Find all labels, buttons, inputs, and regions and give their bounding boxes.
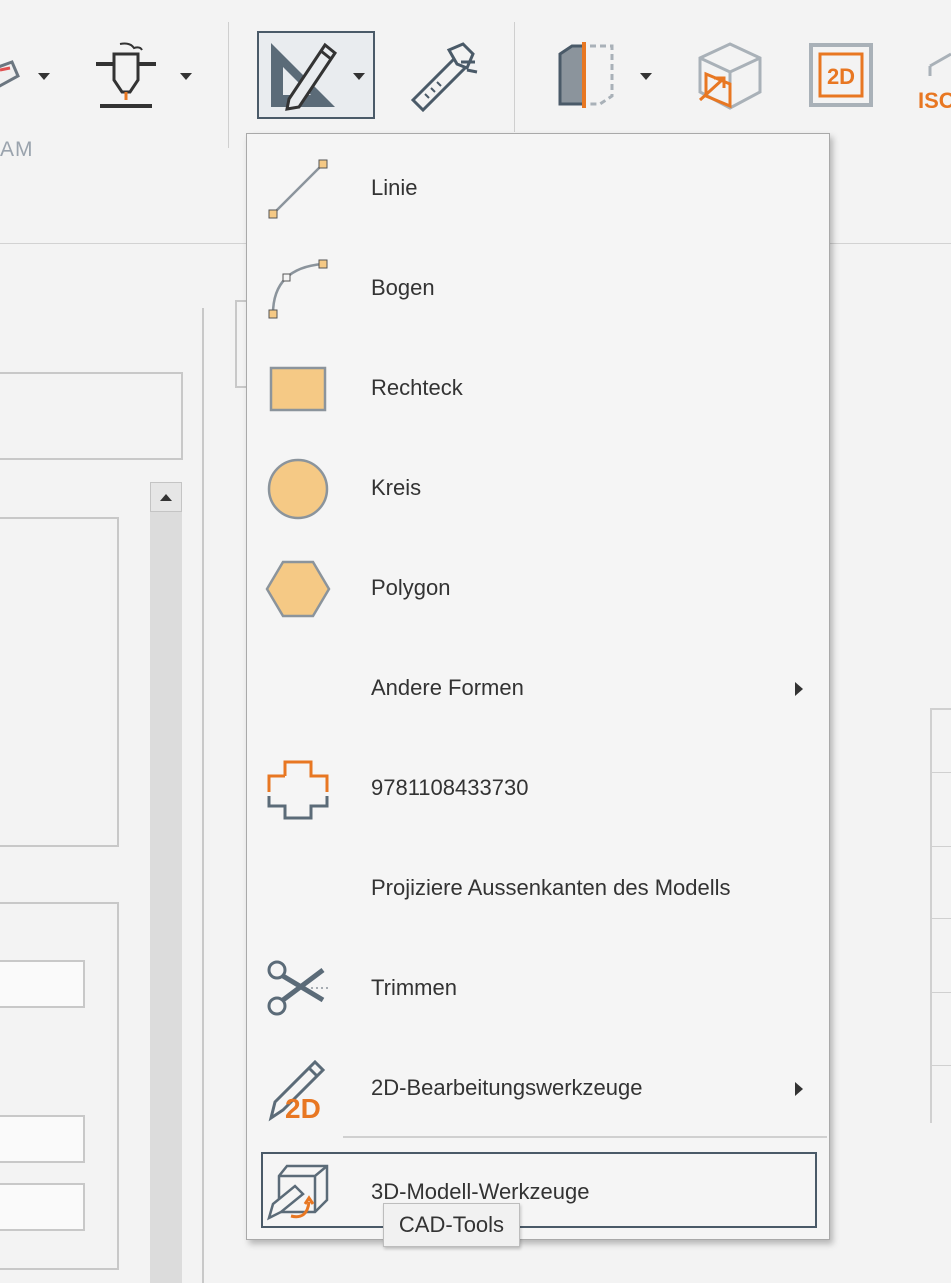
svg-text:2D: 2D: [827, 64, 855, 89]
section-view-icon: [558, 42, 614, 108]
menu-label: Rechteck: [371, 375, 463, 400]
menu-label: 9781108433730: [371, 775, 529, 800]
property-field-2[interactable]: [0, 1115, 85, 1163]
sketch-dropdown-arrow[interactable]: [353, 73, 365, 80]
cross-profile-icon: [265, 756, 331, 822]
cam-dropdown-arrow[interactable]: [38, 73, 50, 80]
cube-export-icon: [698, 42, 762, 110]
group-label-cam: AM: [0, 138, 34, 161]
svg-text:ISO: ISO: [918, 88, 951, 112]
iso-view-button[interactable]: ISO: [916, 42, 951, 112]
arc-icon: [265, 256, 331, 322]
tooltip: CAD-Tools: [383, 1203, 520, 1247]
submenu-arrow-icon: [795, 682, 803, 696]
menu-item-2d-edit-tools[interactable]: 2D 2D-Bearbeitungswerkzeuge: [247, 1038, 829, 1138]
pencil-2d-icon: 2D: [265, 1056, 331, 1122]
right-table: [930, 708, 951, 1123]
menu-label: Andere Formen: [371, 675, 524, 700]
plasma-torch-button[interactable]: [90, 40, 162, 112]
property-field-3[interactable]: [0, 1183, 85, 1231]
cube-export-button[interactable]: [692, 40, 768, 112]
ribbon-separator: [514, 22, 515, 132]
menu-item-arc[interactable]: Bogen: [247, 238, 829, 338]
menu-label: Trimmen: [371, 975, 457, 1000]
panel-divider: [202, 308, 204, 1283]
arrow-up-icon: [160, 494, 172, 501]
menu-separator: [343, 1136, 827, 1138]
menu-label: Bogen: [371, 275, 435, 300]
circle-icon: [265, 456, 331, 522]
table-row-line: [932, 846, 951, 847]
cam-shape-icon: [0, 60, 20, 88]
2d-view-button[interactable]: 2D: [808, 42, 874, 108]
plasma-torch-icon: [96, 42, 156, 108]
menu-item-trim[interactable]: Trimmen: [247, 938, 829, 1038]
menu-item-circle[interactable]: Kreis: [247, 438, 829, 538]
scissors-icon: [265, 956, 331, 1022]
table-row-line: [932, 992, 951, 993]
menu-item-rectangle[interactable]: Rechteck: [247, 338, 829, 438]
ribbon-separator: [228, 22, 229, 148]
measure-button[interactable]: [405, 40, 481, 112]
svg-text:2D: 2D: [285, 1093, 321, 1122]
menu-item-profile[interactable]: 9781108433730: [247, 738, 829, 838]
menu-label: Kreis: [371, 475, 422, 500]
menu-item-3d-model-tools[interactable]: 3D-Modell-Werkzeuge: [247, 1142, 829, 1242]
menu-label: Polygon: [371, 575, 451, 600]
3d-model-tools-icon: [265, 1160, 331, 1226]
sketch-tools-button[interactable]: [257, 31, 375, 119]
table-row-line: [932, 772, 951, 773]
menu-label: 2D-Bearbeitungswerkzeuge: [371, 1075, 643, 1100]
iso-view-icon: ISO: [918, 52, 951, 112]
2d-view-icon: 2D: [809, 43, 873, 107]
panel-header-field: [0, 372, 183, 460]
polygon-icon: [265, 556, 331, 622]
table-row-line: [932, 1065, 951, 1066]
panel-list-box: [0, 517, 119, 847]
rectangle-icon: [265, 356, 331, 422]
menu-label: Linie: [371, 175, 418, 200]
cam-shape-button[interactable]: [0, 40, 30, 110]
menu-label: Projiziere Aussenkanten des Modells: [371, 875, 731, 900]
panel-scrollbar-track[interactable]: [150, 482, 182, 1283]
property-field-1[interactable]: [0, 960, 85, 1008]
menu-item-other-shapes[interactable]: Andere Formen: [247, 638, 829, 738]
sketch-ruler-pencil-icon: [271, 42, 338, 111]
table-row-line: [932, 918, 951, 919]
section-view-button[interactable]: [550, 40, 622, 112]
scroll-up-button[interactable]: [150, 482, 182, 512]
caliper-icon: [410, 42, 478, 112]
menu-item-polygon[interactable]: Polygon: [247, 538, 829, 638]
submenu-arrow-icon: [795, 1082, 803, 1096]
line-icon: [265, 156, 331, 222]
menu-item-project-edges[interactable]: Projiziere Aussenkanten des Modells: [247, 838, 829, 938]
menu-item-line[interactable]: Linie: [247, 138, 829, 238]
sketch-dropdown-menu: Linie Bogen Rechteck Kreis Polygon Ander…: [246, 133, 830, 1240]
section-dropdown-arrow[interactable]: [640, 73, 652, 80]
plasma-dropdown-arrow[interactable]: [180, 73, 192, 80]
